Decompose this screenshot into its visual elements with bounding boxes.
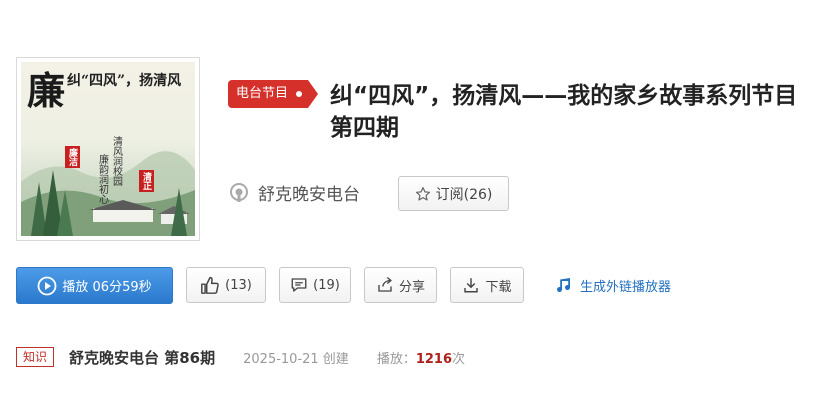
comment-icon [291,278,307,292]
plays-prefix: 播放： [376,351,416,367]
like-button[interactable]: (13) [186,267,266,303]
thumbs-up-icon [201,276,219,294]
download-icon [464,278,479,293]
share-icon [378,276,392,292]
tag-dot [296,91,303,97]
cover-poem: 廉韵润初心 [96,154,108,204]
music-note-icon [557,277,570,292]
generate-external-player-link[interactable]: 生成外链播放器 [556,276,671,295]
episode-name[interactable]: 舒克晚安电台 第86期 [69,347,215,368]
station-name: 舒克晚安电台 [258,185,360,205]
subscribe-label: 订阅(26) [435,186,493,203]
star-icon [415,186,430,201]
cover-seal: 清正 [139,170,154,192]
cover-image: 廉 纠“四风”，扬清风 廉洁 清正 清风润校园 廉韵润初心 [16,57,200,241]
cover-big-char: 廉 [27,68,66,113]
like-count: (13) [225,277,252,293]
cover-poem: 清风润校园 [110,136,122,186]
download-label: 下载 [485,279,512,295]
plays-suffix: 次 [452,351,466,367]
play-button[interactable]: 播放 06分59秒 [16,267,173,304]
created-date: 2025-10-21 创建 [243,351,349,367]
episode-meta: 知识 舒克晚安电台 第86期 2025-10-21 创建 播放：1216次 [16,346,465,368]
cover-title: 纠“四风”，扬清风 [67,73,182,89]
podcast-icon [228,182,250,204]
play-icon [37,276,57,295]
plays-number: 1216 [415,351,453,367]
radio-program-tag: 电台节目 [228,80,319,108]
play-count: 播放：1216次 [377,348,465,367]
comment-count: (19) [313,277,340,293]
station-link[interactable]: 舒克晚安电台 [228,180,360,205]
play-label: 播放 06分59秒 [62,280,152,295]
gen-player-label: 生成外链播放器 [580,280,672,295]
tag-label: 电台节目 [236,86,289,101]
cover-art: 廉 纠“四风”，扬清风 廉洁 清正 清风润校园 廉韵润初心 [21,62,195,236]
subscribe-button[interactable]: 订阅(26) [398,176,509,211]
share-label: 分享 [398,279,425,295]
cover-seal: 廉洁 [65,146,80,168]
share-button[interactable]: 分享 [364,267,437,303]
category-badge[interactable]: 知识 [16,347,55,367]
comment-button[interactable]: (19) [279,267,351,303]
page-title: 纠“四风”，扬清风——我的家乡故事系列节目第四期 [330,83,798,141]
download-button[interactable]: 下载 [450,267,524,303]
